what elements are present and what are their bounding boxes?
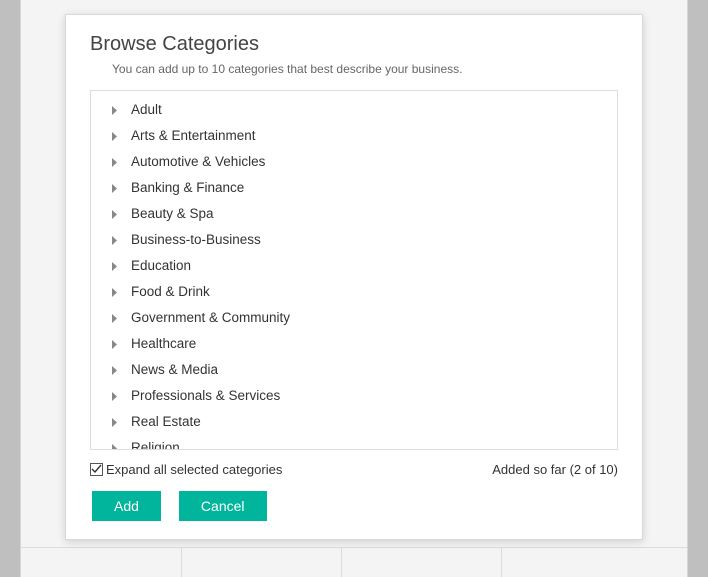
caret-right-icon xyxy=(109,236,119,245)
cancel-button[interactable]: Cancel xyxy=(179,491,267,521)
category-label: Business-to-Business xyxy=(131,229,261,251)
category-item[interactable]: News & Media xyxy=(91,357,617,383)
caret-right-icon xyxy=(109,184,119,193)
category-item[interactable]: Arts & Entertainment xyxy=(91,123,617,149)
category-item[interactable]: Professionals & Services xyxy=(91,383,617,409)
caret-right-icon xyxy=(109,210,119,219)
category-label: Education xyxy=(131,255,191,277)
categories-listbox[interactable]: Adult Arts & Entertainment Automotive & Ve… xyxy=(90,90,618,450)
category-label: Beauty & Spa xyxy=(131,203,214,225)
caret-right-icon xyxy=(109,288,119,297)
category-label: Healthcare xyxy=(131,333,196,355)
category-item[interactable]: Beauty & Spa xyxy=(91,201,617,227)
caret-right-icon xyxy=(109,132,119,141)
browse-categories-modal: Browse Categories You can add up to 10 c… xyxy=(65,14,643,540)
category-label: Religion xyxy=(131,437,180,450)
expand-selected-label: Expand all selected categories xyxy=(106,462,282,477)
category-item[interactable]: Adult xyxy=(91,97,617,123)
caret-right-icon xyxy=(109,314,119,323)
modal-subtitle: You can add up to 10 categories that bes… xyxy=(112,62,618,76)
checkbox-icon xyxy=(90,463,103,476)
category-label: News & Media xyxy=(131,359,218,381)
category-item[interactable]: Government & Community xyxy=(91,305,617,331)
category-label: Arts & Entertainment xyxy=(131,125,256,147)
category-item[interactable]: Healthcare xyxy=(91,331,617,357)
category-label: Real Estate xyxy=(131,411,201,433)
category-label: Adult xyxy=(131,99,162,121)
category-item[interactable]: Food & Drink xyxy=(91,279,617,305)
category-label: Government & Community xyxy=(131,307,290,329)
category-label: Professionals & Services xyxy=(131,385,280,407)
category-label: Banking & Finance xyxy=(131,177,244,199)
caret-right-icon xyxy=(109,158,119,167)
modal-footer-row: Expand all selected categories Added so … xyxy=(90,462,618,477)
caret-right-icon xyxy=(109,262,119,271)
caret-right-icon xyxy=(109,106,119,115)
caret-right-icon xyxy=(109,366,119,375)
category-label: Automotive & Vehicles xyxy=(131,151,265,173)
category-item[interactable]: Education xyxy=(91,253,617,279)
category-item[interactable]: Business-to-Business xyxy=(91,227,617,253)
caret-right-icon xyxy=(109,392,119,401)
expand-selected-toggle[interactable]: Expand all selected categories xyxy=(90,462,282,477)
added-so-far-label: Added so far (2 of 10) xyxy=(492,462,618,477)
caret-right-icon xyxy=(109,418,119,427)
category-item[interactable]: Religion xyxy=(91,435,617,450)
caret-right-icon xyxy=(109,340,119,349)
button-row: Add Cancel xyxy=(92,491,618,521)
category-item[interactable]: Automotive & Vehicles xyxy=(91,149,617,175)
category-item[interactable]: Real Estate xyxy=(91,409,617,435)
category-label: Food & Drink xyxy=(131,281,210,303)
add-button[interactable]: Add xyxy=(92,491,161,521)
category-item[interactable]: Banking & Finance xyxy=(91,175,617,201)
modal-title: Browse Categories xyxy=(90,33,618,56)
caret-right-icon xyxy=(109,444,119,451)
